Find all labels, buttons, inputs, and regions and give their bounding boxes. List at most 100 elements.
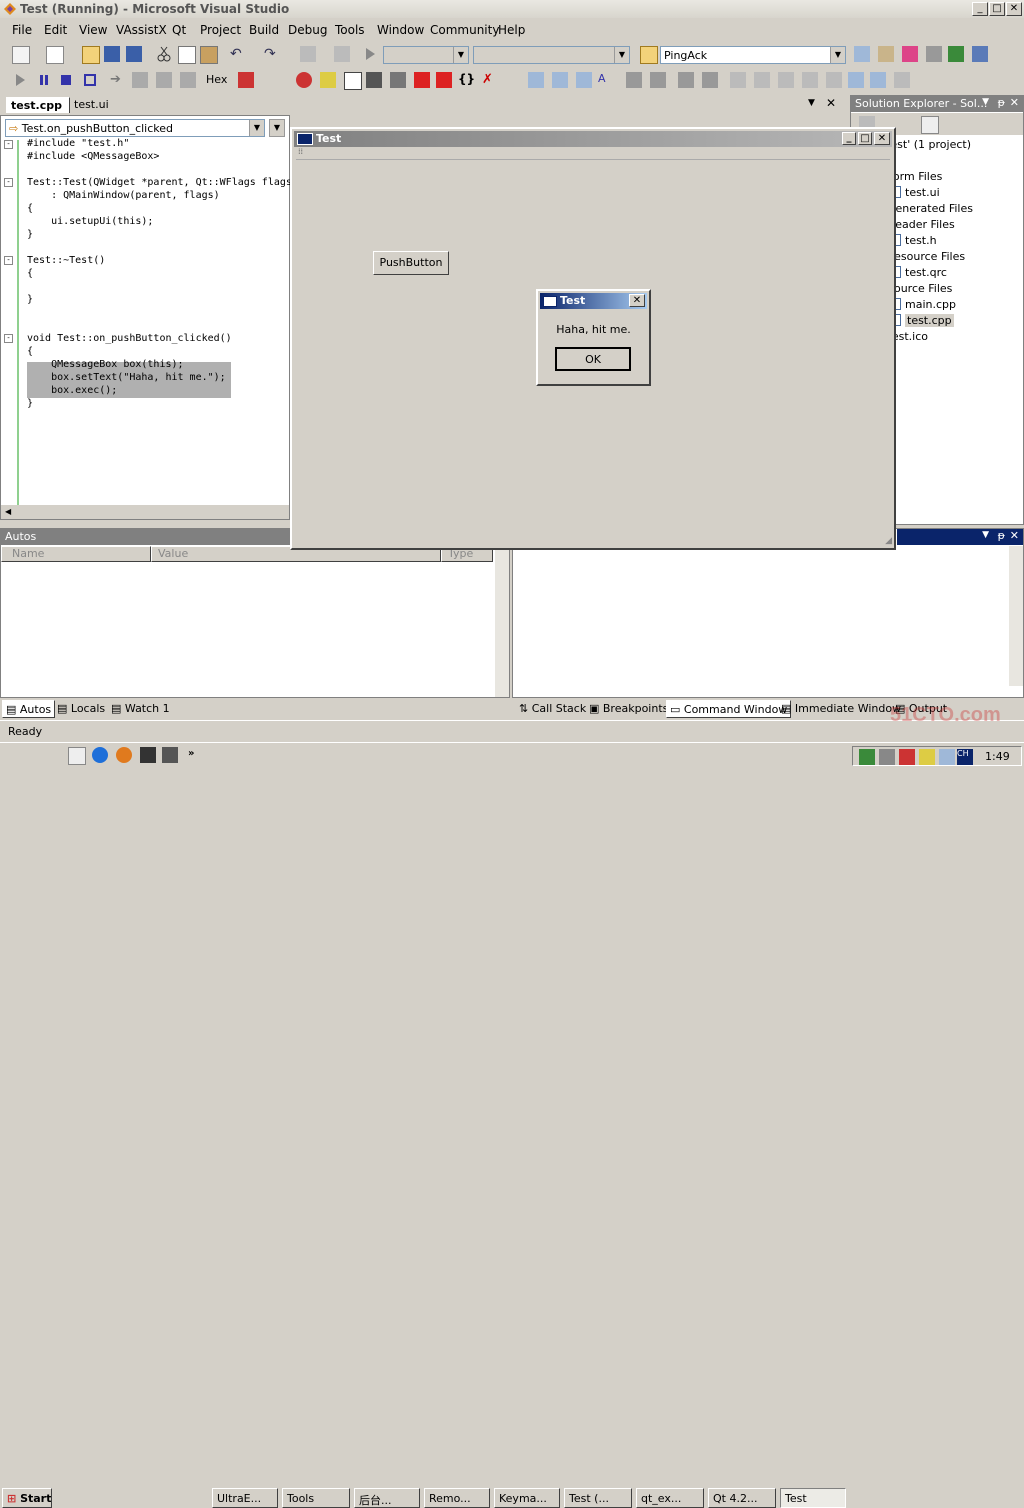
- taskbar-item-backend[interactable]: 后台...: [354, 1488, 420, 1508]
- tab-command-window[interactable]: ▭ Command Window: [666, 700, 792, 718]
- object-browser-icon[interactable]: [902, 46, 918, 62]
- horizontal-scrollbar[interactable]: ◀: [1, 505, 289, 519]
- code-editor[interactable]: ⇨ Test.on_pushButton_clicked ▼ ▼ - - - -…: [0, 115, 292, 520]
- decrease-indent-icon[interactable]: [626, 72, 642, 88]
- tray-language-icon[interactable]: CH: [957, 749, 973, 765]
- toolbar-grip-icon[interactable]: ⁞⁞: [298, 147, 303, 156]
- bookmark-next-icon[interactable]: [436, 72, 452, 88]
- close-button[interactable]: ✕: [874, 132, 890, 145]
- brace-match-icon[interactable]: {}: [458, 72, 475, 88]
- taskbar-item-keymap[interactable]: Keyma...: [494, 1488, 560, 1508]
- solution-config-combo[interactable]: ▼: [383, 46, 469, 64]
- more-quicklaunch-icon[interactable]: »: [188, 748, 194, 759]
- font-icon[interactable]: A: [598, 72, 614, 88]
- properties-icon[interactable]: [878, 46, 894, 62]
- close-button[interactable]: ✕: [629, 294, 645, 307]
- function-nav-combo[interactable]: ⇨ Test.on_pushButton_clicked ▼: [5, 119, 265, 137]
- step-over-icon[interactable]: [156, 72, 172, 88]
- copy-icon[interactable]: [178, 46, 196, 64]
- start-page-icon[interactable]: [948, 46, 964, 62]
- tree-item[interactable]: test.cpp: [887, 314, 954, 327]
- step-into-icon[interactable]: [132, 72, 148, 88]
- hex-display-toggle[interactable]: Hex: [206, 73, 227, 86]
- collapse-icon[interactable]: -: [4, 140, 13, 149]
- step-out-icon[interactable]: [180, 72, 196, 88]
- next-bookmark-folder-icon[interactable]: [826, 72, 842, 88]
- command-scrollbar[interactable]: [1009, 546, 1023, 686]
- taskbar-item-ultraedit[interactable]: UltraE...: [212, 1488, 278, 1508]
- outline-icon[interactable]: [528, 72, 544, 88]
- tab-breakpoints[interactable]: ▣ Breakpoints: [586, 700, 671, 718]
- close-panel-icon[interactable]: ✕: [1010, 529, 1019, 542]
- maximize-button[interactable]: □: [989, 2, 1005, 16]
- push-button[interactable]: PushButton: [373, 251, 449, 275]
- tab-watch-1[interactable]: ▤ Watch 1: [108, 700, 173, 718]
- clear-bookmarks-icon[interactable]: [848, 72, 864, 88]
- prev-bookmark-folder-icon[interactable]: [802, 72, 818, 88]
- tray-volume-icon[interactable]: [879, 749, 895, 765]
- prev-bookmark-icon[interactable]: [754, 72, 770, 88]
- build-icon[interactable]: [296, 72, 312, 88]
- column-name[interactable]: Name: [1, 546, 151, 562]
- undo-icon[interactable]: ↶: [230, 46, 246, 62]
- taskbar-item-qt-example[interactable]: qt_ex...: [636, 1488, 704, 1508]
- increase-indent-icon[interactable]: [650, 72, 666, 88]
- auto-hide-icon[interactable]: ᵽ: [998, 96, 1005, 109]
- save-all-icon[interactable]: [126, 46, 142, 62]
- next-bookmark-icon[interactable]: [778, 72, 794, 88]
- references-icon[interactable]: [552, 72, 568, 88]
- menu-qt[interactable]: Qt: [172, 23, 186, 37]
- close-panel-icon[interactable]: ✕: [1010, 96, 1019, 109]
- save-quicklaunch-icon[interactable]: [140, 747, 156, 763]
- scroll-left-icon[interactable]: ◀: [5, 507, 11, 516]
- message-box-titlebar[interactable]: Test ✕: [540, 293, 647, 309]
- tray-app-icon[interactable]: [919, 749, 935, 765]
- menu-file[interactable]: File: [12, 23, 32, 37]
- rebuild-icon[interactable]: [320, 72, 336, 88]
- app-window-titlebar[interactable]: Test _ □ ✕: [294, 131, 892, 147]
- size-grip-icon[interactable]: ◢: [885, 536, 892, 546]
- menu-view[interactable]: View: [79, 23, 107, 37]
- continue-icon[interactable]: [12, 72, 28, 88]
- bookmark-window-icon[interactable]: [870, 72, 886, 88]
- panel-menu-icon[interactable]: ▼: [982, 530, 989, 540]
- start-debugging-icon[interactable]: [362, 46, 378, 62]
- qt-designer-icon[interactable]: [366, 72, 382, 88]
- menu-community[interactable]: Community: [430, 23, 499, 37]
- menu-tools[interactable]: Tools: [335, 23, 365, 37]
- view-code-icon[interactable]: [921, 116, 939, 134]
- tab-list-icon[interactable]: ▼: [808, 98, 815, 108]
- maximize-button[interactable]: □: [858, 132, 872, 145]
- tree-item[interactable]: main.cpp: [887, 298, 956, 311]
- cut-icon[interactable]: [156, 46, 172, 62]
- command-window-panel[interactable]: ▼ ᵽ ✕: [512, 528, 1024, 698]
- menu-debug[interactable]: Debug: [288, 23, 327, 37]
- tab-autos[interactable]: ▤ Autos: [2, 700, 56, 718]
- break-all-icon[interactable]: [36, 72, 52, 88]
- menu-window[interactable]: Window: [377, 23, 424, 37]
- menu-edit[interactable]: Edit: [44, 23, 67, 37]
- ok-button[interactable]: OK: [555, 347, 631, 371]
- message-box[interactable]: Test ✕ Haha, hit me. OK: [536, 289, 651, 386]
- uncomment-icon[interactable]: [702, 72, 718, 88]
- collapse-icon[interactable]: -: [4, 334, 13, 343]
- save-icon[interactable]: [104, 46, 120, 62]
- firefox-icon[interactable]: [116, 747, 132, 763]
- open-file-icon[interactable]: [82, 46, 100, 64]
- close-button[interactable]: ✕: [1006, 2, 1022, 16]
- minimize-button[interactable]: _: [842, 132, 856, 145]
- tab-locals[interactable]: ▤ Locals: [54, 700, 108, 718]
- find-combo[interactable]: PingAck ▼: [660, 46, 846, 64]
- show-next-statement-icon[interactable]: ➔: [110, 72, 126, 88]
- start-button[interactable]: ⊞ Start: [2, 1488, 52, 1508]
- tray-ime-icon[interactable]: [939, 749, 955, 765]
- navigate-forward-icon[interactable]: [334, 46, 350, 62]
- menu-project[interactable]: Project: [200, 23, 241, 37]
- title-bar[interactable]: Test (Running) - Microsoft Visual Studio…: [0, 0, 1024, 18]
- cpp-file-icon[interactable]: [344, 72, 362, 90]
- go-to-definition-icon[interactable]: [576, 72, 592, 88]
- solution-platform-combo[interactable]: ▼: [473, 46, 630, 64]
- breakpoints-window-icon[interactable]: [238, 72, 254, 88]
- spell-check-icon[interactable]: ✗: [482, 72, 498, 88]
- auto-hide-icon[interactable]: ᵽ: [998, 529, 1005, 542]
